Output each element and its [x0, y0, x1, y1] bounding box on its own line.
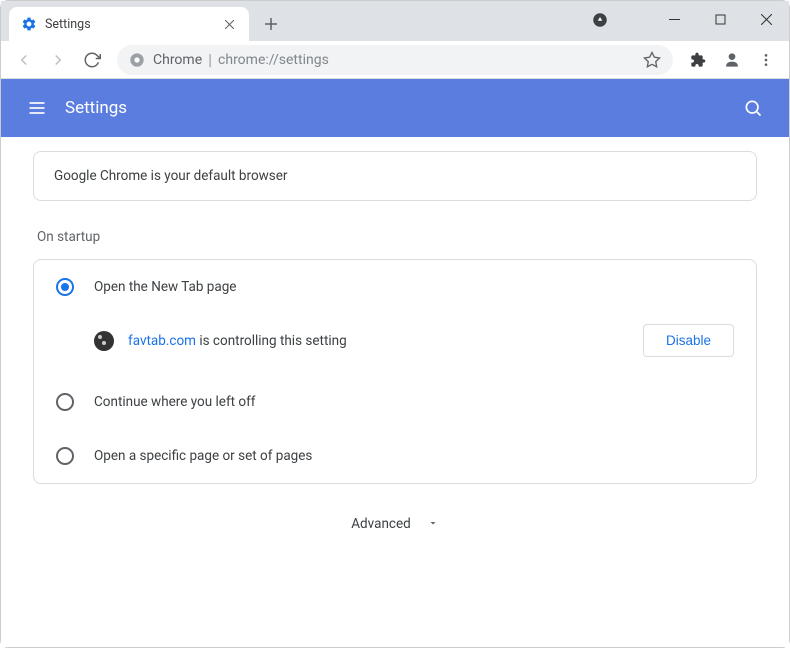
maximize-button[interactable] [697, 1, 743, 37]
startup-option-continue[interactable]: Continue where you left off [34, 375, 756, 429]
shield-icon[interactable] [591, 11, 609, 33]
extension-icon [94, 331, 114, 351]
close-window-button[interactable] [743, 1, 789, 37]
advanced-toggle[interactable]: Advanced [33, 484, 757, 541]
tab-title: Settings [45, 17, 221, 32]
menu-icon[interactable] [751, 45, 781, 75]
startup-option-specific[interactable]: Open a specific page or set of pages [34, 429, 756, 483]
controlling-extension-link[interactable]: favtab.com [128, 333, 196, 349]
profile-icon[interactable] [717, 45, 747, 75]
page-title: Settings [65, 98, 733, 118]
extensions-icon[interactable] [683, 45, 713, 75]
hamburger-icon[interactable] [17, 88, 57, 128]
radio-unselected[interactable] [56, 393, 74, 411]
minimize-button[interactable] [651, 1, 697, 37]
chevron-down-icon [427, 514, 439, 533]
disable-button[interactable]: Disable [643, 324, 734, 357]
controlled-by-text: favtab.com is controlling this setting [128, 333, 643, 349]
omnibox[interactable]: Chrome | chrome://settings [117, 45, 673, 75]
bookmark-star-icon[interactable] [643, 51, 661, 69]
back-button[interactable] [9, 45, 39, 75]
content-viewport[interactable]: Google Chrome is your default browser On… [1, 137, 789, 647]
startup-option-new-tab[interactable]: Open the New Tab page [34, 260, 756, 314]
reload-button[interactable] [77, 45, 107, 75]
close-tab-icon[interactable] [221, 16, 237, 32]
forward-button[interactable] [43, 45, 73, 75]
search-icon[interactable] [733, 88, 773, 128]
default-browser-card: Google Chrome is your default browser [33, 151, 757, 201]
radio-selected[interactable] [56, 278, 74, 296]
tab-settings[interactable]: Settings [9, 7, 249, 41]
radio-unselected[interactable] [56, 447, 74, 465]
scheme-label: Chrome [153, 52, 202, 68]
controlled-by-row: favtab.com is controlling this setting D… [34, 314, 756, 375]
url-text: chrome://settings [218, 52, 643, 68]
startup-card: Open the New Tab page favtab.com is cont… [33, 259, 757, 484]
default-browser-text: Google Chrome is your default browser [54, 168, 288, 184]
gear-icon [21, 16, 37, 32]
settings-app-bar: Settings [1, 79, 789, 137]
chrome-icon [129, 52, 145, 68]
section-title-startup: On startup [37, 229, 757, 245]
address-bar: Chrome | chrome://settings [1, 41, 789, 79]
new-tab-button[interactable] [257, 10, 285, 38]
